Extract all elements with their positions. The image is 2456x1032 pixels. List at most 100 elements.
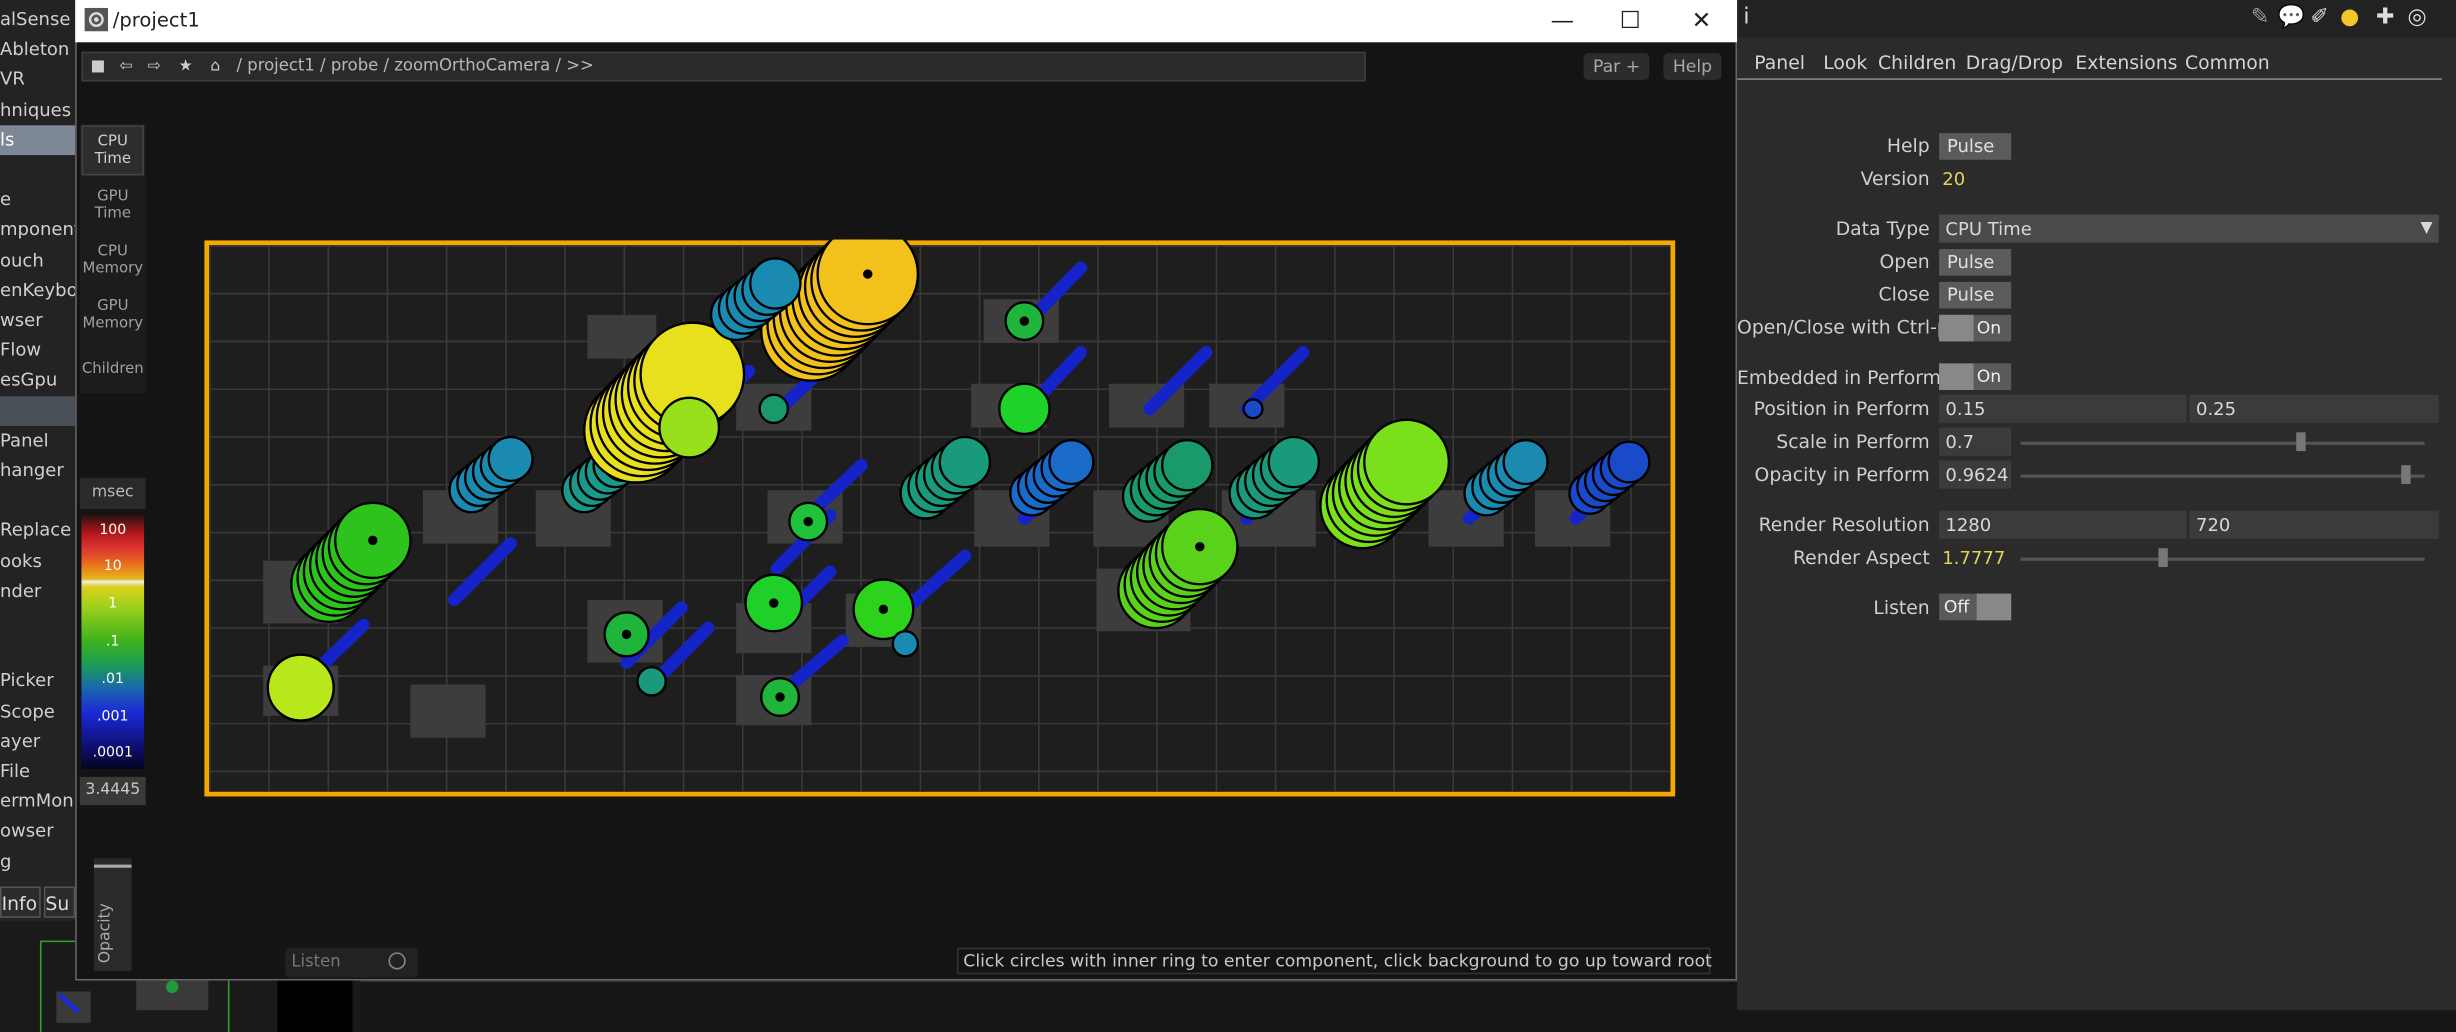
help-button[interactable]: Help: [1663, 53, 1722, 80]
info-icon[interactable]: i: [1743, 5, 1749, 30]
render-aspect-slider-handle[interactable]: [2158, 548, 2169, 568]
palette-item[interactable]: wser: [0, 305, 75, 335]
maximize-button[interactable]: ☐: [1620, 6, 1641, 34]
palette-item[interactable]: Flow: [0, 335, 75, 365]
opacity-slider-handle[interactable]: [2400, 465, 2410, 484]
chevron-down-icon: ▼: [2420, 219, 2433, 237]
tab-look[interactable]: Look: [1823, 47, 1867, 78]
close-button[interactable]: ✕: [1692, 6, 1712, 34]
panel-toolbar: i ✎ 💬 ✐ ● ✚ ◎: [1737, 0, 2456, 38]
render-res-height-field[interactable]: 720: [2189, 510, 2439, 539]
palette-item[interactable]: [0, 606, 75, 636]
palette-item[interactable]: Panel: [0, 426, 75, 456]
tab-children[interactable]: Children: [1878, 47, 1956, 78]
stop-icon[interactable]: ■: [86, 55, 109, 78]
tab-extensions[interactable]: Extensions: [2075, 47, 2177, 78]
palette-item[interactable]: g: [0, 847, 75, 877]
palette-item[interactable]: alSense: [0, 5, 75, 35]
mode-gpu-time[interactable]: GPU Time: [81, 180, 144, 230]
listen-label: Listen: [291, 952, 341, 972]
palette-item[interactable]: nder: [0, 576, 75, 606]
palette-item[interactable]: [0, 395, 76, 426]
python-icon[interactable]: ●: [2340, 5, 2359, 30]
star-icon[interactable]: ★: [174, 55, 197, 78]
mode-gpu-memory[interactable]: GPU Memory: [81, 290, 144, 340]
palette-item[interactable]: [0, 486, 75, 516]
palette-item[interactable]: ouch: [0, 245, 75, 275]
scale-field[interactable]: 0.7: [1939, 427, 2012, 456]
back-icon[interactable]: ⇦: [114, 55, 137, 78]
par-plus-button[interactable]: Par +: [1583, 53, 1650, 80]
position-y-field[interactable]: 0.25: [2189, 394, 2439, 423]
render-res-width-field[interactable]: 1280: [1939, 510, 2187, 539]
component-ring: [775, 692, 785, 702]
toggle-state: Off: [1943, 596, 1970, 618]
scale-tick: 1: [108, 596, 118, 613]
data-type-select[interactable]: CPU Time ▼: [1939, 214, 2439, 243]
node-circle: [487, 435, 534, 483]
tab-su[interactable]: Su: [43, 886, 76, 918]
edit-icon[interactable]: ✐: [2310, 5, 2328, 30]
component-ring: [769, 598, 779, 608]
opacity-slider-track[interactable]: [2020, 474, 2425, 478]
probe-visualization[interactable]: [204, 239, 1676, 798]
home-icon[interactable]: ⌂: [204, 55, 227, 78]
palette-item[interactable]: e: [0, 185, 75, 215]
palette-item[interactable]: ls: [0, 124, 76, 155]
node-circle: [1502, 438, 1549, 486]
palette-item[interactable]: owser: [0, 817, 75, 847]
palette-item[interactable]: esGpu: [0, 366, 75, 396]
param-label-listen: Listen: [1873, 596, 1930, 619]
minimize-button[interactable]: —: [1551, 6, 1574, 34]
close-pulse-button[interactable]: Pulse: [1939, 281, 2012, 309]
palette-item[interactable]: mponents: [0, 215, 75, 245]
palette-item[interactable]: Picker: [0, 666, 75, 696]
mode-children[interactable]: Children: [81, 343, 144, 393]
palette-item[interactable]: Replace: [0, 516, 75, 546]
node-circle: [636, 666, 667, 697]
add-icon[interactable]: ✚: [2376, 5, 2394, 30]
window-titlebar[interactable]: [75, 0, 1738, 43]
render-aspect-slider-track[interactable]: [2020, 557, 2425, 561]
node-circle: [1267, 435, 1321, 489]
scale-slider-handle[interactable]: [2296, 432, 2307, 452]
embedded-toggle[interactable]: On: [1939, 363, 2012, 391]
palette-item[interactable]: ooks: [0, 546, 75, 576]
mode-cpu-memory[interactable]: CPU Memory: [81, 235, 144, 285]
node-circle: [1161, 438, 1214, 492]
forward-icon[interactable]: ⇨: [143, 55, 166, 78]
open-pulse-button[interactable]: Pulse: [1939, 249, 2012, 276]
palette-item[interactable]: VR: [0, 65, 75, 95]
tab-common[interactable]: Common: [2185, 47, 2270, 78]
palette-item[interactable]: hanger: [0, 456, 75, 486]
palette-item[interactable]: enKeybo: [0, 275, 75, 305]
palette-item[interactable]: Ableton: [0, 35, 75, 65]
breadcrumb[interactable]: / project1 / probe / zoomOrthoCamera / >…: [237, 55, 594, 78]
scale-slider-track[interactable]: [2020, 441, 2425, 445]
open-close-ctrlp-toggle[interactable]: On: [1939, 314, 2012, 342]
mode-cpu-time[interactable]: CPU Time: [81, 125, 145, 176]
palette-item[interactable]: File: [0, 757, 75, 787]
position-x-field[interactable]: 0.15: [1939, 394, 2187, 423]
palette-item[interactable]: [0, 636, 75, 666]
opacity-field[interactable]: 0.9624: [1939, 460, 2012, 489]
palette-item[interactable]: hniques: [0, 95, 75, 125]
scale-tick: .1: [106, 634, 120, 651]
scale-tick: .0001: [92, 745, 133, 762]
palette-item[interactable]: ermMonito: [0, 787, 75, 817]
palette-item[interactable]: ayer: [0, 726, 75, 756]
comment-icon[interactable]: 💬: [2277, 5, 2304, 30]
help-pulse-button[interactable]: Pulse: [1939, 133, 2012, 160]
target-icon[interactable]: ◎: [2407, 5, 2426, 30]
palette-item[interactable]: Scope: [0, 696, 75, 726]
tab-panel[interactable]: Panel: [1754, 47, 1805, 78]
palette-item[interactable]: [0, 155, 75, 185]
param-label-embedded: Embedded in Perform: [1737, 366, 1941, 389]
pencil-icon[interactable]: ✎: [2251, 5, 2269, 30]
listen-toggle-icon[interactable]: [388, 952, 406, 970]
data-type-value: CPU Time: [1945, 217, 2032, 240]
listen-toggle[interactable]: Off: [1939, 593, 2012, 621]
tab-drag-drop[interactable]: Drag/Drop: [1966, 47, 2063, 78]
tab-info[interactable]: Info: [0, 886, 41, 918]
param-label-version: Version: [1860, 167, 1930, 190]
